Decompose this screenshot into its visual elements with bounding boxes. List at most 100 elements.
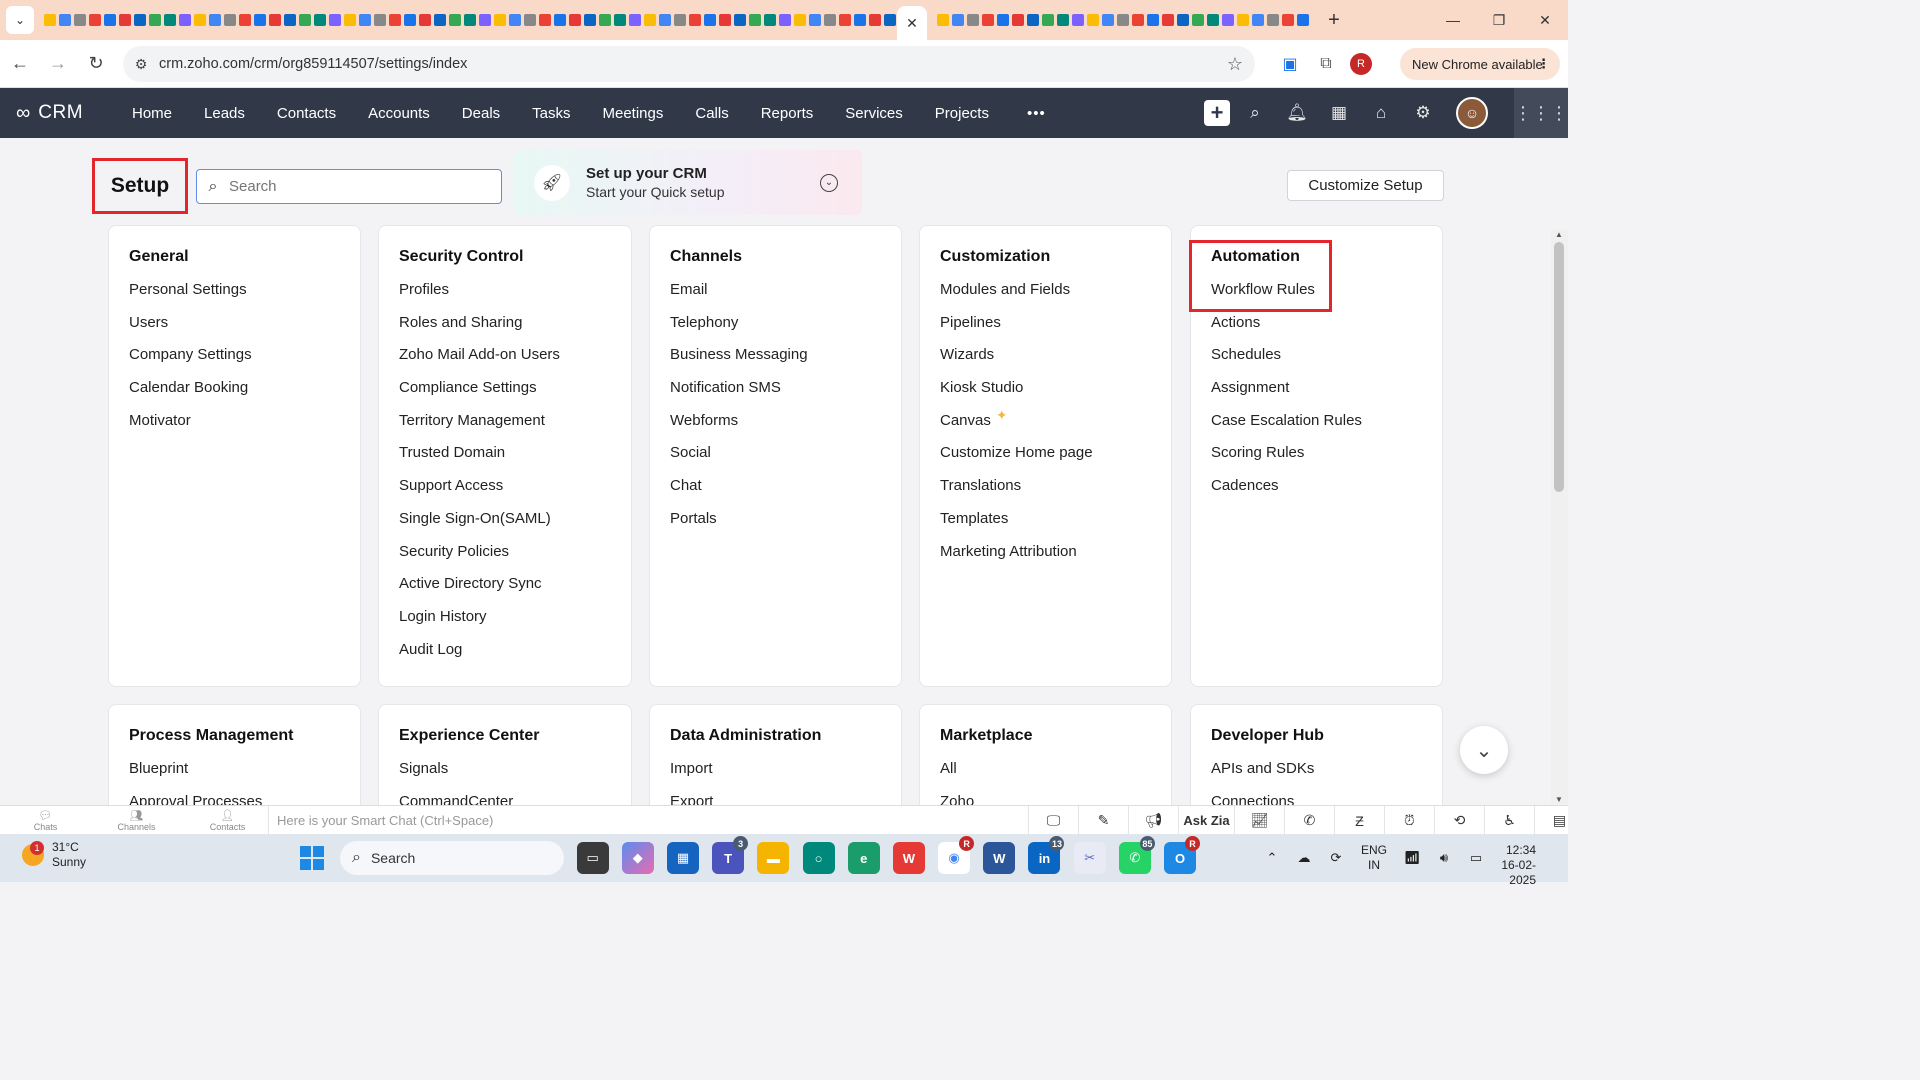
- setting-link[interactable]: Telephony: [670, 312, 901, 345]
- setting-link[interactable]: Active Directory Sync: [399, 573, 631, 606]
- setting-link[interactable]: Personal Settings: [129, 279, 360, 312]
- snipping-tool-icon[interactable]: ✂: [1073, 842, 1106, 874]
- tab-favicon-icon[interactable]: [493, 14, 506, 26]
- setting-link[interactable]: Actions: [1211, 312, 1442, 345]
- tab-favicon-icon[interactable]: [1236, 14, 1249, 26]
- whatsapp-icon[interactable]: ✆ 85: [1118, 836, 1155, 874]
- tab-favicon-icon[interactable]: [763, 14, 776, 26]
- chats-button[interactable]: 💬︎ Chats: [0, 806, 91, 835]
- minimize-icon[interactable]: —: [1430, 0, 1476, 40]
- tab-favicon-icon[interactable]: [193, 14, 206, 26]
- tab-favicon-icon[interactable]: [73, 14, 86, 26]
- tab-favicon-icon[interactable]: [283, 14, 296, 26]
- tab-favicon-icon[interactable]: [598, 14, 611, 26]
- teams-icon[interactable]: T3: [712, 836, 749, 874]
- profile-avatar[interactable]: R: [1350, 53, 1372, 75]
- reload-icon[interactable]: ↻: [78, 46, 114, 82]
- tab-favicon-icon[interactable]: [1071, 14, 1084, 26]
- chrome-icon[interactable]: ◉ R: [938, 836, 975, 874]
- apps-grid-icon[interactable]: ⋮⋮⋮: [1514, 88, 1568, 138]
- analytics-icon[interactable]: 📈︎: [1234, 806, 1284, 835]
- tab-favicon-icon[interactable]: [996, 14, 1009, 26]
- tab-favicon-icon[interactable]: [1221, 14, 1234, 26]
- active-tab[interactable]: ✕: [897, 6, 927, 40]
- forward-arrow-icon[interactable]: →: [40, 46, 76, 82]
- setting-link[interactable]: Chat: [670, 475, 901, 508]
- setting-link[interactable]: Profiles: [399, 279, 631, 312]
- scrollbar-thumb[interactable]: [1554, 242, 1564, 492]
- setting-link[interactable]: Calendar Booking: [129, 377, 360, 410]
- smart-chat-input[interactable]: Here is your Smart Chat (Ctrl+Space): [268, 806, 1028, 835]
- setting-link[interactable]: Roles and Sharing: [399, 312, 631, 345]
- tab-favicon-icon[interactable]: [703, 14, 716, 26]
- tab-favicon-icon[interactable]: [951, 14, 964, 26]
- nav-meetings[interactable]: Meetings: [587, 105, 680, 122]
- zia-icon[interactable]: Ƶ: [1334, 806, 1384, 835]
- tab-favicon-icon[interactable]: [103, 14, 116, 26]
- calendar-icon[interactable]: ▦: [1318, 103, 1360, 123]
- setting-link[interactable]: Wizards: [940, 344, 1171, 377]
- setting-link[interactable]: Templates: [940, 508, 1171, 541]
- volume-icon[interactable]: 🔊︎: [1428, 850, 1460, 866]
- setting-link[interactable]: Webforms: [670, 410, 901, 443]
- tab-favicon-icon[interactable]: [43, 14, 56, 26]
- setting-link[interactable]: Cadences: [1211, 475, 1442, 508]
- tab-favicon-icon[interactable]: [328, 14, 341, 26]
- tab-favicon-icon[interactable]: [733, 14, 746, 26]
- setting-link[interactable]: Export: [670, 791, 901, 805]
- tab-favicon-icon[interactable]: [373, 14, 386, 26]
- setting-link[interactable]: Compliance Settings: [399, 377, 631, 410]
- nav-home[interactable]: Home: [116, 105, 188, 122]
- setting-link[interactable]: Customize Home page: [940, 442, 1171, 475]
- tab-favicon-icon[interactable]: [208, 14, 221, 26]
- setting-link[interactable]: Translations: [940, 475, 1171, 508]
- setting-link[interactable]: Single Sign-On(SAML): [399, 508, 631, 541]
- tab-favicon-icon[interactable]: [793, 14, 806, 26]
- user-avatar[interactable]: ☺: [1456, 97, 1488, 129]
- setting-link[interactable]: Audit Log: [399, 639, 631, 672]
- tab-favicon-icon[interactable]: [643, 14, 656, 26]
- screen-share-icon[interactable]: 🖵︎: [1028, 806, 1078, 835]
- setting-link[interactable]: CommandCenter: [399, 791, 631, 805]
- tab-favicon-icon[interactable]: [1266, 14, 1279, 26]
- site-settings-icon[interactable]: ⚙: [123, 56, 159, 73]
- tab-favicon-icon[interactable]: [688, 14, 701, 26]
- create-plus-icon[interactable]: +: [1204, 100, 1230, 126]
- tab-favicon-icon[interactable]: [748, 14, 761, 26]
- bookmark-star-icon[interactable]: ☆: [1227, 54, 1243, 75]
- tab-favicon-icon[interactable]: [1086, 14, 1099, 26]
- setting-link[interactable]: Territory Management: [399, 410, 631, 443]
- setting-link[interactable]: Connections: [1211, 791, 1442, 805]
- tab-favicon-icon[interactable]: [1176, 14, 1189, 26]
- setting-link[interactable]: Motivator: [129, 410, 360, 443]
- tab-favicon-icon[interactable]: [883, 14, 896, 26]
- tab-favicon-icon[interactable]: [433, 14, 446, 26]
- setting-link[interactable]: Scoring Rules: [1211, 442, 1442, 475]
- tab-favicon-icon[interactable]: [88, 14, 101, 26]
- setting-link[interactable]: Zoho: [940, 791, 1171, 805]
- setting-link[interactable]: Email: [670, 279, 901, 312]
- wps-office-icon[interactable]: W: [892, 842, 925, 874]
- search-icon[interactable]: ⌕: [1234, 103, 1276, 123]
- tab-favicon-icon[interactable]: [718, 14, 731, 26]
- language-indicator[interactable]: ENG IN: [1352, 843, 1396, 873]
- setting-link[interactable]: Approval Processes: [129, 791, 360, 805]
- tab-favicon-icon[interactable]: [1191, 14, 1204, 26]
- sync-icon[interactable]: ⟳: [1320, 850, 1352, 866]
- setup-search[interactable]: ⌕: [196, 169, 502, 204]
- nav-deals[interactable]: Deals: [446, 105, 516, 122]
- tab-favicon-icon[interactable]: [463, 14, 476, 26]
- tab-favicon-icon[interactable]: [223, 14, 236, 26]
- tab-close-icon[interactable]: ✕: [906, 15, 918, 32]
- nav-calls[interactable]: Calls: [679, 105, 744, 122]
- setting-link[interactable]: Support Access: [399, 475, 631, 508]
- history-icon[interactable]: ⟲: [1434, 806, 1484, 835]
- setting-link[interactable]: Portals: [670, 508, 901, 541]
- word-icon[interactable]: W: [983, 842, 1016, 874]
- restore-icon[interactable]: ❐: [1476, 0, 1522, 40]
- tab-favicon-icon[interactable]: [403, 14, 416, 26]
- nav-services[interactable]: Services: [829, 105, 919, 122]
- more-tools-icon[interactable]: ▤: [1534, 806, 1584, 835]
- nav-reports[interactable]: Reports: [745, 105, 830, 122]
- notes-icon[interactable]: ✎: [1078, 806, 1128, 835]
